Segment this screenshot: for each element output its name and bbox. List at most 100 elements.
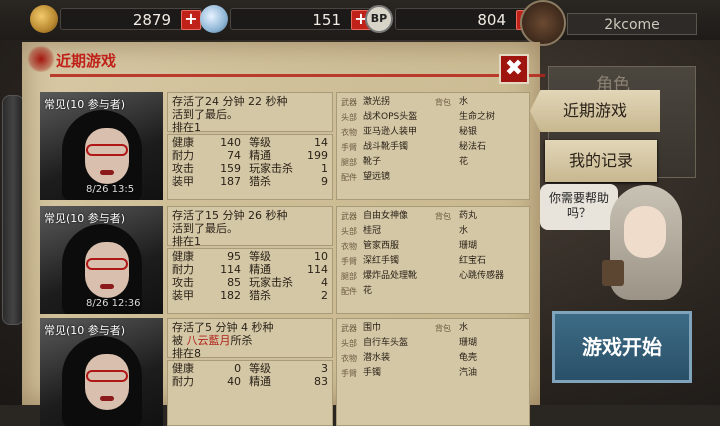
survival-time: 存活了5 分钟 4 秒种 [172, 321, 328, 334]
stat-value-2: 4 [321, 276, 328, 289]
bag-label [435, 224, 459, 239]
stat-value: 140 [220, 136, 242, 149]
stat-name-2: 精通 [249, 263, 272, 276]
tab-recent-games[interactable]: 近期游戏 [530, 90, 660, 132]
stat-value-2: 3 [321, 362, 328, 375]
alive-seconds: 4 [241, 321, 248, 334]
bag-item[interactable]: 珊瑚 [459, 239, 525, 254]
bag-item[interactable]: 龟壳 [459, 351, 525, 366]
stat-name: 攻击 [172, 276, 194, 289]
bag-item[interactable]: 珊瑚 [459, 336, 525, 351]
bag-label [435, 284, 459, 299]
stat-row: 健康 140 等级 14 [172, 136, 328, 149]
stat-name: 健康 [172, 250, 194, 263]
equipped-item[interactable]: 爆炸品处理靴 [363, 269, 435, 284]
bag-label [435, 254, 459, 269]
alive-minutes: 15 [205, 209, 219, 222]
alive-seconds: 26 [248, 209, 262, 222]
stat-row: 装甲 187 猎杀 9 [172, 175, 328, 188]
stat-value: 0 [234, 362, 242, 375]
stat-name: 耐力 [172, 375, 194, 388]
equipment-list: 武器 自由女神像 背包 药丸 头部 桂冠 水衣物 管家西服 珊瑚 手臂 深红手镯 红宝石 腿部 爆炸品处理… [336, 206, 530, 314]
bag-item[interactable]: 秘银 [459, 125, 525, 140]
slot-label: 手臂 [341, 369, 357, 378]
helper-face [624, 206, 666, 258]
stat-name-2: 精通 [249, 149, 272, 162]
bag-label [435, 366, 459, 381]
rank-label: 排在 [172, 347, 194, 360]
mug-icon [602, 260, 624, 286]
equipped-item[interactable]: 望远镜 [363, 170, 435, 185]
bag-item[interactable] [459, 284, 525, 299]
stat-value-2: 199 [307, 149, 328, 162]
game-date: 8/26 12:36 [86, 298, 141, 309]
stat-name-2: 玩家击杀 [249, 162, 294, 175]
stat-name-2: 玩家击杀 [249, 276, 294, 289]
equipped-item[interactable]: 围巾 [363, 321, 435, 336]
bag-item[interactable]: 汽油 [459, 366, 525, 381]
rank-line: 排在1 [172, 235, 328, 248]
username-label: 2kcome [567, 13, 697, 35]
record-card[interactable]: 常见(10 参与者) 8/26 12:36 存活了15 分钟 26 秒种 活到了最后。… [40, 206, 530, 314]
equipped-item[interactable]: 花 [363, 284, 435, 299]
bag-item[interactable]: 水 [459, 95, 525, 110]
slot-label: 手臂 [341, 257, 357, 266]
equipment-row: 配件花 [341, 284, 525, 299]
equipped-item[interactable]: 亚马逊人装甲 [363, 125, 435, 140]
record-summary: 存活了24 分钟 22 秒种 活到了最后。 排在1 [167, 92, 333, 134]
stat-name-2: 猎杀 [249, 175, 272, 188]
record-card[interactable]: 常见(10 参与者) 8/26 13:5 存活了24 分钟 22 秒种 活到了最后。排… [40, 92, 530, 200]
blood-splatter-icon [26, 46, 56, 72]
bag-item[interactable]: 水 [459, 321, 525, 336]
stat-value: 85 [227, 276, 242, 289]
slot-label: 腿部 [341, 272, 357, 281]
seconds-label: 秒种 [265, 209, 288, 222]
equipped-item[interactable]: 自由女神像 [363, 209, 435, 224]
stat-value-2: 1 [321, 162, 328, 175]
killer-name[interactable]: 八云藍月 [187, 334, 231, 347]
tab-my-records[interactable]: 我的记录 [545, 140, 657, 182]
bag-item[interactable]: 秘法石 [459, 140, 525, 155]
seconds-label: 秒种 [265, 95, 288, 108]
slot-label: 头部 [341, 339, 357, 348]
glasses-icon [86, 258, 128, 270]
minutes-label: 分钟 [215, 321, 238, 334]
record-summary: 存活了15 分钟 26 秒种 活到了最后。 排在1 [167, 206, 333, 248]
record-info: 存活了24 分钟 22 秒种 活到了最后。 排在1 健康 140 等级 14 耐力 74 精通 19… [167, 92, 333, 200]
add-gold-button[interactable]: + [181, 10, 201, 30]
stat-value: 74 [227, 149, 242, 162]
equipped-item[interactable]: 手镯 [363, 366, 435, 381]
glasses-icon [86, 370, 128, 382]
record-card[interactable]: 常见(10 参与者) 存活了5 分钟 4 秒种被 八云藍月所杀 排在8 健康 0 等级 3 耐… [40, 318, 530, 426]
bag-item[interactable] [459, 170, 525, 185]
equipped-item[interactable]: 自行车头盔 [363, 336, 435, 351]
equipped-item[interactable]: 战斗靴手镯 [363, 140, 435, 155]
equipment-row: 武器 激光拐 背包水 [341, 95, 525, 110]
equipped-item[interactable]: 潜水装 [363, 351, 435, 366]
stat-name-2: 等级 [249, 362, 272, 375]
alive-label: 存活了 [172, 209, 205, 222]
bag-item[interactable]: 心跳传感器 [459, 269, 525, 284]
bag-item[interactable]: 红宝石 [459, 254, 525, 269]
equipped-item[interactable]: 战术OPS头盔 [363, 110, 435, 125]
player-avatar[interactable] [520, 0, 566, 46]
bag-item[interactable]: 花 [459, 155, 525, 170]
equipped-item[interactable]: 桂冠 [363, 224, 435, 239]
equipped-item[interactable]: 激光拐 [363, 95, 435, 110]
slot-label: 武器 [341, 98, 357, 107]
glasses-icon [86, 144, 128, 156]
minutes-label: 分钟 [222, 95, 245, 108]
bag-item[interactable]: 生命之树 [459, 110, 525, 125]
stat-name: 健康 [172, 362, 194, 375]
start-game-button[interactable]: 游戏开始 [552, 311, 692, 383]
close-button[interactable]: ✖ [499, 54, 529, 84]
bag-label [435, 336, 459, 351]
scroll-rail[interactable] [2, 95, 24, 325]
rank-value: 1 [194, 121, 201, 134]
equipped-item[interactable]: 管家西服 [363, 239, 435, 254]
helper-character[interactable] [600, 180, 695, 305]
equipped-item[interactable]: 深红手镯 [363, 254, 435, 269]
equipped-item[interactable]: 靴子 [363, 155, 435, 170]
bag-item[interactable]: 药丸 [459, 209, 525, 224]
bag-item[interactable]: 水 [459, 224, 525, 239]
